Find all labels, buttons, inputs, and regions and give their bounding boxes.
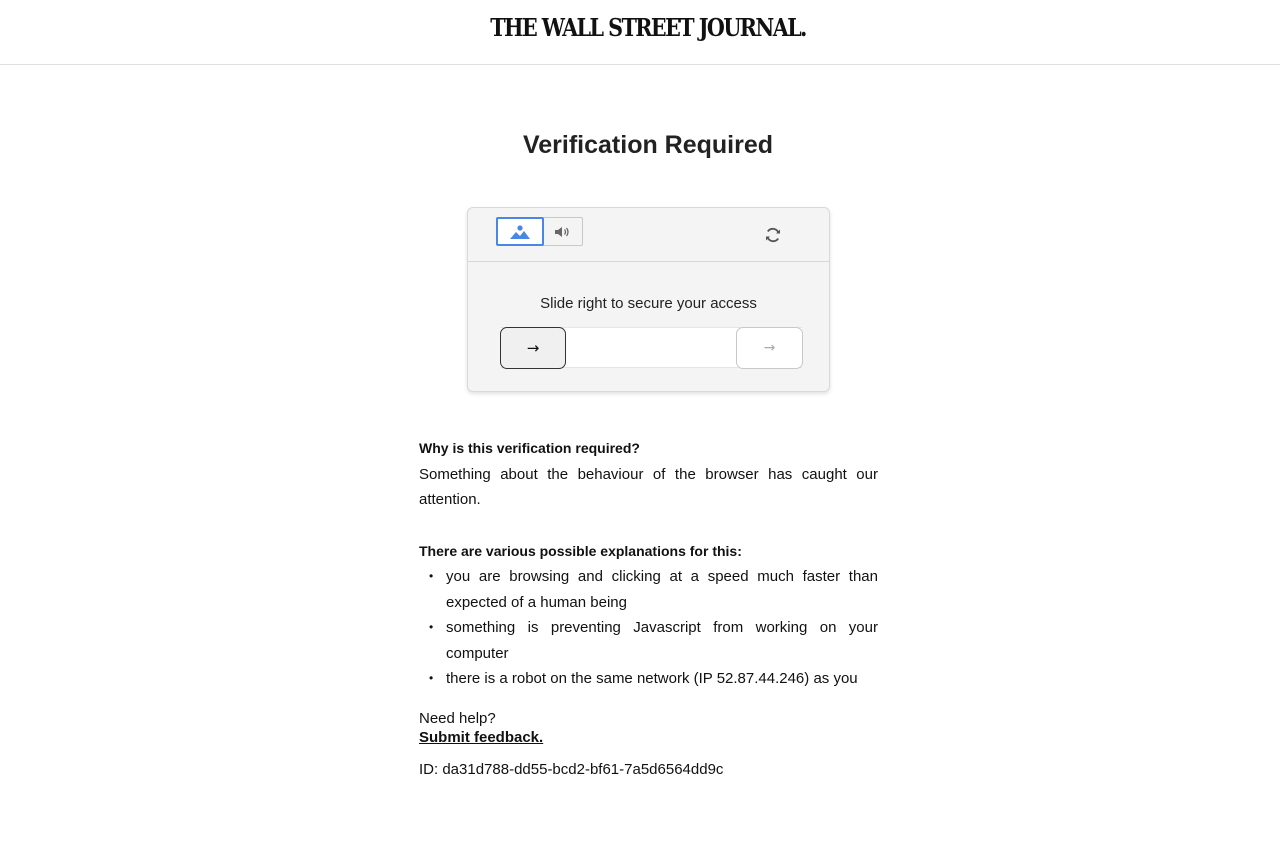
captcha-widget: Slide right to secure your access → → (467, 207, 830, 392)
wsj-logo[interactable]: THE WALL STREET JOURNAL. (91, 13, 1206, 42)
page-title: Verification Required (522, 131, 774, 159)
slider-prompt: Slide right to secure your access (540, 295, 757, 312)
slider-target: → (736, 327, 803, 369)
list-item: you are browsing and clicking at a speed… (429, 564, 878, 615)
image-icon (510, 224, 530, 239)
arrow-right-icon: → (526, 339, 540, 357)
slider-handle[interactable]: → (500, 327, 566, 369)
explanations-heading: There are various possible explanations … (419, 542, 742, 559)
arrow-right-icon: → (763, 340, 776, 356)
submit-feedback-link[interactable]: Submit feedback. (419, 728, 543, 747)
list-item: something is preventing Javascript from … (429, 615, 878, 666)
refresh-button[interactable] (762, 224, 784, 246)
why-text: Something about the behaviour of the bro… (419, 465, 878, 509)
help-label: Need help? (419, 710, 496, 727)
image-mode-button[interactable] (496, 217, 544, 246)
request-id: ID: da31d788-dd55-bcd2-bf61-7a5d6564dd9c (419, 761, 724, 778)
speaker-icon (554, 226, 569, 237)
captcha-toolbar (468, 208, 829, 262)
audio-mode-button[interactable] (543, 217, 583, 246)
help-section: Need help? Submit feedback. (419, 709, 543, 747)
list-item: there is a robot on the same network (IP… (429, 666, 878, 692)
site-header: THE WALL STREET JOURNAL. (0, 0, 1280, 65)
verification-info: Why is this verification required? Somet… (419, 436, 878, 692)
explanations-list: you are browsing and clicking at a speed… (419, 564, 878, 692)
why-heading: Why is this verification required? (419, 440, 640, 456)
refresh-icon (766, 227, 780, 243)
